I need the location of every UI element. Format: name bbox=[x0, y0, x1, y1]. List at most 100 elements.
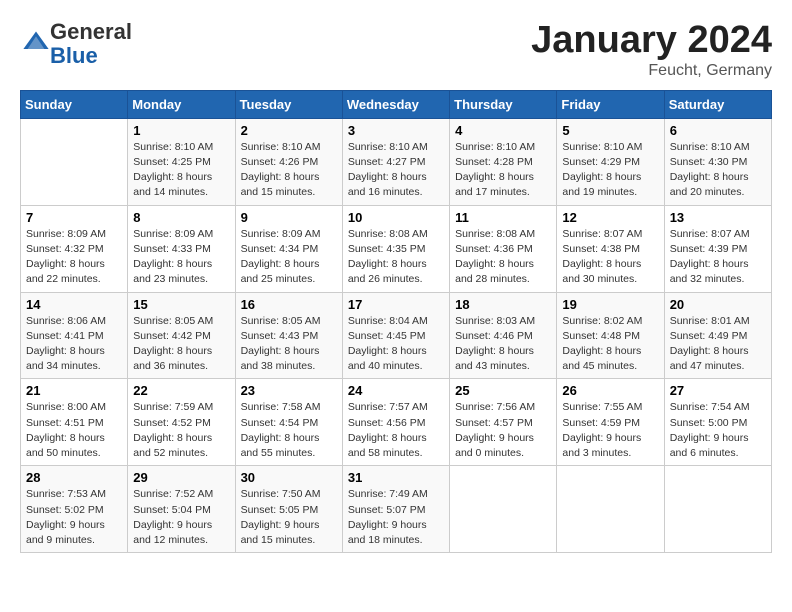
calendar-cell: 1 Sunrise: 8:10 AM Sunset: 4:25 PM Daylig… bbox=[128, 118, 235, 205]
day-number: 28 bbox=[26, 470, 122, 485]
day-number: 29 bbox=[133, 470, 229, 485]
day-number: 10 bbox=[348, 210, 444, 225]
calendar-cell: 18 Sunrise: 8:03 AM Sunset: 4:46 PM Dayli… bbox=[450, 292, 557, 379]
day-info: Sunrise: 8:02 AM Sunset: 4:48 PM Dayligh… bbox=[562, 314, 658, 375]
day-number: 23 bbox=[241, 383, 337, 398]
calendar-cell: 13 Sunrise: 8:07 AM Sunset: 4:39 PM Dayli… bbox=[664, 205, 771, 292]
day-number: 16 bbox=[241, 297, 337, 312]
day-info: Sunrise: 8:10 AM Sunset: 4:30 PM Dayligh… bbox=[670, 140, 766, 201]
day-info: Sunrise: 8:05 AM Sunset: 4:43 PM Dayligh… bbox=[241, 314, 337, 375]
calendar-cell: 7Sunrise: 8:09 AM Sunset: 4:32 PM Daylig… bbox=[21, 205, 128, 292]
day-info: Sunrise: 7:58 AM Sunset: 4:54 PM Dayligh… bbox=[241, 400, 337, 461]
calendar-cell bbox=[21, 118, 128, 205]
calendar-cell: 2 Sunrise: 8:10 AM Sunset: 4:26 PM Daylig… bbox=[235, 118, 342, 205]
header-tuesday: Tuesday bbox=[235, 90, 342, 118]
day-info: Sunrise: 7:57 AM Sunset: 4:56 PM Dayligh… bbox=[348, 400, 444, 461]
calendar-cell: 5Sunrise: 8:10 AM Sunset: 4:29 PM Daylig… bbox=[557, 118, 664, 205]
calendar-cell: 4Sunrise: 8:10 AM Sunset: 4:28 PM Daylig… bbox=[450, 118, 557, 205]
calendar-cell: 29 Sunrise: 7:52 AM Sunset: 5:04 PM Dayli… bbox=[128, 466, 235, 553]
header-wednesday: Wednesday bbox=[342, 90, 449, 118]
day-number: 2 bbox=[241, 123, 337, 138]
calendar-cell: 21Sunrise: 8:00 AM Sunset: 4:51 PM Dayli… bbox=[21, 379, 128, 466]
page-header: General Blue January 2024 Feucht, German… bbox=[20, 20, 772, 80]
logo-text: General Blue bbox=[50, 20, 132, 68]
calendar-week-2: 7Sunrise: 8:09 AM Sunset: 4:32 PM Daylig… bbox=[21, 205, 772, 292]
day-number: 4 bbox=[455, 123, 551, 138]
day-info: Sunrise: 8:07 AM Sunset: 4:38 PM Dayligh… bbox=[562, 227, 658, 288]
day-info: Sunrise: 7:53 AM Sunset: 5:02 PM Dayligh… bbox=[26, 487, 122, 548]
calendar-cell: 14Sunrise: 8:06 AM Sunset: 4:41 PM Dayli… bbox=[21, 292, 128, 379]
day-info: Sunrise: 8:05 AM Sunset: 4:42 PM Dayligh… bbox=[133, 314, 229, 375]
calendar-cell: 10 Sunrise: 8:08 AM Sunset: 4:35 PM Dayli… bbox=[342, 205, 449, 292]
calendar-cell: 8 Sunrise: 8:09 AM Sunset: 4:33 PM Daylig… bbox=[128, 205, 235, 292]
calendar-table: SundayMondayTuesdayWednesdayThursdayFrid… bbox=[20, 90, 772, 553]
day-info: Sunrise: 7:52 AM Sunset: 5:04 PM Dayligh… bbox=[133, 487, 229, 548]
calendar-cell: 6 Sunrise: 8:10 AM Sunset: 4:30 PM Daylig… bbox=[664, 118, 771, 205]
day-number: 5 bbox=[562, 123, 658, 138]
day-info: Sunrise: 7:56 AM Sunset: 4:57 PM Dayligh… bbox=[455, 400, 551, 461]
day-info: Sunrise: 8:08 AM Sunset: 4:35 PM Dayligh… bbox=[348, 227, 444, 288]
day-number: 8 bbox=[133, 210, 229, 225]
calendar-cell: 15 Sunrise: 8:05 AM Sunset: 4:42 PM Dayli… bbox=[128, 292, 235, 379]
day-number: 30 bbox=[241, 470, 337, 485]
calendar-cell: 12 Sunrise: 8:07 AM Sunset: 4:38 PM Dayli… bbox=[557, 205, 664, 292]
calendar-cell: 28 Sunrise: 7:53 AM Sunset: 5:02 PM Dayli… bbox=[21, 466, 128, 553]
day-info: Sunrise: 7:54 AM Sunset: 5:00 PM Dayligh… bbox=[670, 400, 766, 461]
logo: General Blue bbox=[20, 20, 132, 68]
day-number: 6 bbox=[670, 123, 766, 138]
header-monday: Monday bbox=[128, 90, 235, 118]
location: Feucht, Germany bbox=[531, 62, 772, 80]
day-info: Sunrise: 8:01 AM Sunset: 4:49 PM Dayligh… bbox=[670, 314, 766, 375]
day-number: 1 bbox=[133, 123, 229, 138]
day-number: 3 bbox=[348, 123, 444, 138]
day-info: Sunrise: 8:10 AM Sunset: 4:27 PM Dayligh… bbox=[348, 140, 444, 201]
day-info: Sunrise: 8:07 AM Sunset: 4:39 PM Dayligh… bbox=[670, 227, 766, 288]
day-number: 27 bbox=[670, 383, 766, 398]
calendar-cell: 17Sunrise: 8:04 AM Sunset: 4:45 PM Dayli… bbox=[342, 292, 449, 379]
calendar-cell: 9 Sunrise: 8:09 AM Sunset: 4:34 PM Daylig… bbox=[235, 205, 342, 292]
day-number: 13 bbox=[670, 210, 766, 225]
calendar-cell bbox=[557, 466, 664, 553]
day-info: Sunrise: 7:55 AM Sunset: 4:59 PM Dayligh… bbox=[562, 400, 658, 461]
calendar-cell: 27 Sunrise: 7:54 AM Sunset: 5:00 PM Dayli… bbox=[664, 379, 771, 466]
day-info: Sunrise: 8:03 AM Sunset: 4:46 PM Dayligh… bbox=[455, 314, 551, 375]
calendar-cell: 31 Sunrise: 7:49 AM Sunset: 5:07 PM Dayli… bbox=[342, 466, 449, 553]
calendar-cell: 25 Sunrise: 7:56 AM Sunset: 4:57 PM Dayli… bbox=[450, 379, 557, 466]
day-info: Sunrise: 8:10 AM Sunset: 4:26 PM Dayligh… bbox=[241, 140, 337, 201]
day-info: Sunrise: 8:09 AM Sunset: 4:34 PM Dayligh… bbox=[241, 227, 337, 288]
day-number: 15 bbox=[133, 297, 229, 312]
day-number: 25 bbox=[455, 383, 551, 398]
day-number: 24 bbox=[348, 383, 444, 398]
day-number: 9 bbox=[241, 210, 337, 225]
day-info: Sunrise: 8:09 AM Sunset: 4:33 PM Dayligh… bbox=[133, 227, 229, 288]
month-title: January 2024 bbox=[531, 20, 772, 62]
calendar-cell: 19Sunrise: 8:02 AM Sunset: 4:48 PM Dayli… bbox=[557, 292, 664, 379]
calendar-week-1: 1 Sunrise: 8:10 AM Sunset: 4:25 PM Daylig… bbox=[21, 118, 772, 205]
day-number: 22 bbox=[133, 383, 229, 398]
header-saturday: Saturday bbox=[664, 90, 771, 118]
header-friday: Friday bbox=[557, 90, 664, 118]
day-info: Sunrise: 8:00 AM Sunset: 4:51 PM Dayligh… bbox=[26, 400, 122, 461]
title-block: January 2024 Feucht, Germany bbox=[531, 20, 772, 80]
calendar-header-row: SundayMondayTuesdayWednesdayThursdayFrid… bbox=[21, 90, 772, 118]
day-number: 17 bbox=[348, 297, 444, 312]
calendar-cell: 26 Sunrise: 7:55 AM Sunset: 4:59 PM Dayli… bbox=[557, 379, 664, 466]
day-number: 20 bbox=[670, 297, 766, 312]
day-info: Sunrise: 7:50 AM Sunset: 5:05 PM Dayligh… bbox=[241, 487, 337, 548]
day-info: Sunrise: 8:10 AM Sunset: 4:25 PM Dayligh… bbox=[133, 140, 229, 201]
day-number: 11 bbox=[455, 210, 551, 225]
day-number: 26 bbox=[562, 383, 658, 398]
day-number: 18 bbox=[455, 297, 551, 312]
day-info: Sunrise: 8:06 AM Sunset: 4:41 PM Dayligh… bbox=[26, 314, 122, 375]
day-info: Sunrise: 7:49 AM Sunset: 5:07 PM Dayligh… bbox=[348, 487, 444, 548]
day-number: 31 bbox=[348, 470, 444, 485]
day-number: 12 bbox=[562, 210, 658, 225]
calendar-cell: 30 Sunrise: 7:50 AM Sunset: 5:05 PM Dayli… bbox=[235, 466, 342, 553]
calendar-cell: 24 Sunrise: 7:57 AM Sunset: 4:56 PM Dayli… bbox=[342, 379, 449, 466]
calendar-cell: 22Sunrise: 7:59 AM Sunset: 4:52 PM Dayli… bbox=[128, 379, 235, 466]
calendar-cell bbox=[450, 466, 557, 553]
calendar-cell bbox=[664, 466, 771, 553]
header-thursday: Thursday bbox=[450, 90, 557, 118]
day-info: Sunrise: 8:08 AM Sunset: 4:36 PM Dayligh… bbox=[455, 227, 551, 288]
calendar-cell: 3 Sunrise: 8:10 AM Sunset: 4:27 PM Daylig… bbox=[342, 118, 449, 205]
